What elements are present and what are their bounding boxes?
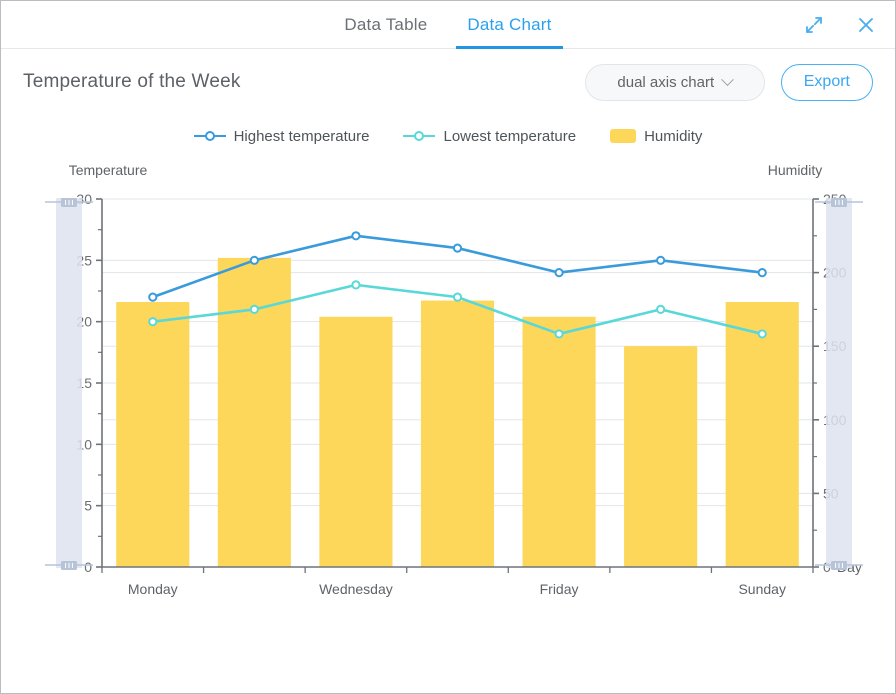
legend-label-humidity: Humidity (644, 127, 703, 145)
chart-legend: Highest temperature Lowest temperature H… (1, 115, 895, 157)
legend-label-highest: Highest temperature (233, 127, 370, 145)
legend-marker-line-icon (403, 130, 436, 142)
close-icon[interactable] (853, 12, 879, 38)
legend-item-highest[interactable]: Highest temperature (193, 127, 370, 145)
chart-type-select[interactable]: dual axis chart (584, 63, 765, 101)
data-point[interactable] (656, 255, 666, 265)
bar-series-humidity[interactable] (116, 257, 799, 567)
data-point[interactable] (554, 329, 564, 339)
right-axis-name: Humidity (768, 162, 822, 178)
tab-data-chart-label: Data Chart (467, 14, 552, 34)
toolbar-actions: dual axis chart Export (584, 63, 873, 101)
data-point[interactable] (148, 292, 158, 302)
data-point[interactable] (351, 231, 361, 241)
bar-wednesday[interactable] (319, 316, 393, 567)
data-point[interactable] (757, 268, 767, 278)
legend-marker-line-icon (193, 130, 226, 142)
legend-label-lowest: Lowest temperature (443, 127, 577, 145)
legend-item-lowest[interactable]: Lowest temperature (403, 128, 576, 145)
data-point[interactable] (249, 304, 259, 314)
data-point[interactable] (757, 329, 767, 339)
left-axis-tick-label: 5 (84, 498, 92, 514)
page-title: Temperature of the Week (23, 71, 241, 92)
bar-saturday[interactable] (624, 346, 698, 567)
left-axis-tick-label: 0 (84, 559, 92, 575)
x-axis-tick-label: Sunday (738, 581, 785, 597)
bar-friday[interactable] (522, 316, 596, 567)
right-data-zoom-slider[interactable] (815, 198, 863, 570)
left-axis-name: Temperature (69, 162, 148, 178)
bar-monday[interactable] (116, 302, 190, 567)
data-point[interactable] (452, 292, 463, 302)
data-chart-dialog: Data Table Data Chart Temperature of the… (0, 0, 896, 694)
expand-icon[interactable] (801, 12, 827, 38)
x-axis-tick-label: Wednesday (319, 581, 393, 597)
tab-data-table[interactable]: Data Table (338, 1, 433, 48)
tab-data-table-label: Data Table (344, 14, 428, 34)
dual-axis-chart[interactable]: 051015202530050100150200250MondayWednesd… (1, 157, 896, 677)
chart-canvas: 051015202530050100150200250MondayWednesd… (1, 157, 896, 677)
tab-data-chart[interactable]: Data Chart (456, 1, 563, 49)
legend-marker-rect-icon (610, 129, 637, 143)
x-axis-tick-label: Monday (128, 581, 178, 597)
header-actions (801, 1, 879, 49)
export-button[interactable]: Export (780, 63, 873, 101)
bar-thursday[interactable] (420, 300, 495, 567)
bar-sunday[interactable] (725, 302, 799, 567)
data-point[interactable] (452, 243, 463, 253)
legend-item-humidity[interactable]: Humidity (610, 128, 702, 145)
data-point[interactable] (554, 268, 564, 278)
data-point[interactable] (656, 304, 666, 314)
toolbar: Temperature of the Week dual axis chart … (1, 49, 895, 115)
dialog-header: Data Table Data Chart (1, 1, 895, 49)
export-button-label: Export (803, 73, 850, 90)
chart-type-value: dual axis chart (617, 73, 715, 91)
tab-bar: Data Table Data Chart (338, 1, 563, 49)
data-point[interactable] (249, 255, 259, 265)
chevron-down-icon (721, 72, 734, 86)
data-point[interactable] (351, 280, 361, 290)
x-axis-tick-label: Friday (540, 581, 579, 597)
data-point[interactable] (148, 317, 158, 327)
x-axis-labels: Monday Wednesday Friday Sunday (128, 581, 786, 597)
